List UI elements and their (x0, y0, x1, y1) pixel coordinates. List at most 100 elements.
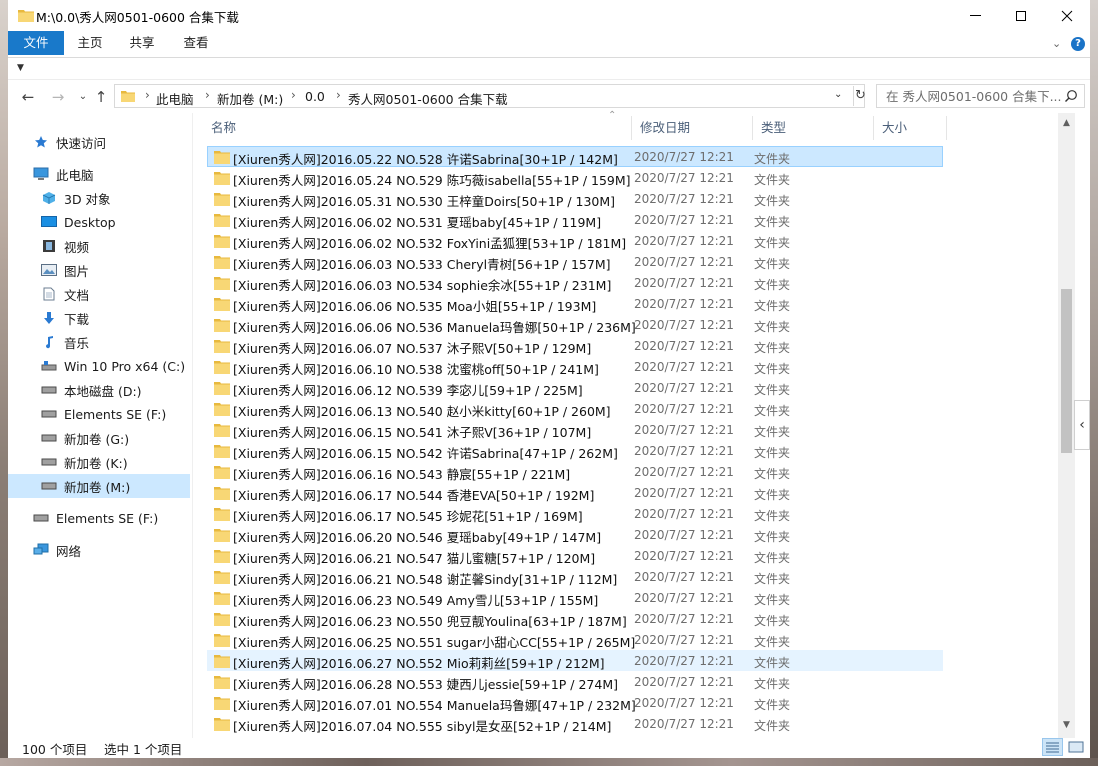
sidebar-item-pictures[interactable]: 图片 (40, 258, 222, 282)
search-icon[interactable] (1064, 89, 1078, 103)
table-row[interactable]: [Xiuren秀人网]2016.06.13 NO.540 赵小米kitty[60… (207, 398, 943, 419)
selected-count: 选中 1 个项目 (104, 742, 183, 757)
file-name: [Xiuren秀人网]2016.06.13 NO.540 赵小米kitty[60… (233, 404, 611, 419)
sidebar-item-downloads[interactable]: 下载 (40, 306, 222, 330)
search-box[interactable] (876, 84, 1085, 108)
sidebar-item-drive-c[interactable]: Win 10 Pro x64 (C:) (40, 354, 222, 378)
table-row[interactable]: [Xiuren秀人网]2016.06.27 NO.552 Mio莉莉丝[59+1… (207, 650, 943, 671)
sidebar-item-drive-f[interactable]: Elements SE (F:) (40, 402, 222, 426)
column-header-name[interactable]: 名称 (203, 116, 624, 140)
sidebar-item-this-pc[interactable]: 此电脑 (32, 162, 214, 186)
sidebar-item-documents[interactable]: 文档 (40, 282, 222, 306)
file-name: [Xiuren秀人网]2016.07.01 NO.554 Manuela玛鲁娜[… (233, 698, 636, 713)
column-header-date[interactable]: 修改日期 (632, 116, 752, 140)
refresh-icon[interactable]: ↻ (853, 86, 866, 106)
sidebar-item-music[interactable]: 音乐 (40, 330, 222, 354)
folder-icon (214, 424, 230, 437)
file-name: [Xiuren秀人网]2016.06.10 NO.538 沈蜜桃off[50+1… (233, 362, 599, 377)
collapse-pane-chevron-icon[interactable]: ‹ (1074, 400, 1090, 450)
sidebar-item-3d-objects[interactable]: 3D 对象 (40, 186, 222, 210)
file-date: 2020/7/27 12:21 (634, 318, 734, 332)
forward-arrow-icon[interactable]: → (49, 88, 67, 106)
table-row[interactable]: [Xiuren秀人网]2016.07.04 NO.555 sibyl是女巫[52… (207, 713, 943, 734)
sidebar-item-elements-se[interactable]: Elements SE (F:) (32, 506, 214, 530)
tab-home[interactable]: 主页 (68, 31, 112, 55)
table-row[interactable]: [Xiuren秀人网]2016.06.16 NO.543 静宸[55+1P / … (207, 461, 943, 482)
up-arrow-icon[interactable]: ↑ (92, 88, 110, 106)
file-type: 文件夹 (754, 593, 791, 607)
breadcrumb-current-folder[interactable]: 秀人网0501-0600 合集下载 (348, 89, 508, 108)
column-header-size[interactable]: 大小 (874, 116, 946, 140)
sidebar-item-quick-access[interactable]: 快速访问 (32, 130, 214, 154)
breadcrumb-this-pc[interactable]: 此电脑 (156, 89, 194, 108)
sidebar-item-drive-g[interactable]: 新加卷 (G:) (40, 426, 222, 450)
table-row[interactable]: [Xiuren秀人网]2016.07.01 NO.554 Manuela玛鲁娜[… (207, 692, 943, 713)
table-row[interactable]: [Xiuren秀人网]2016.05.22 NO.528 许诺Sabrina[3… (207, 146, 943, 167)
breadcrumb-separator-icon[interactable]: › (291, 88, 296, 102)
scroll-up-arrow-icon[interactable]: ▲ (1058, 115, 1075, 132)
breadcrumb-folder-00[interactable]: 0.0 (305, 89, 325, 104)
table-row[interactable]: [Xiuren秀人网]2016.06.02 NO.531 夏瑶baby[45+1… (207, 209, 943, 230)
table-row[interactable]: [Xiuren秀人网]2016.06.17 NO.545 珍妮花[51+1P /… (207, 503, 943, 524)
sidebar-item-videos[interactable]: 视频 (40, 234, 222, 258)
table-row[interactable]: [Xiuren秀人网]2016.06.03 NO.534 sophie余冰[55… (207, 272, 943, 293)
sidebar-item-drive-m[interactable]: 新加卷 (M:) (8, 474, 190, 498)
column-header-type[interactable]: 类型 (753, 116, 873, 140)
table-row[interactable]: [Xiuren秀人网]2016.06.25 NO.551 sugar小甜心CC[… (207, 629, 943, 650)
back-arrow-icon[interactable]: ← (19, 88, 37, 106)
search-input[interactable] (886, 88, 1061, 104)
table-row[interactable]: [Xiuren秀人网]2016.06.23 NO.549 Amy雪儿[53+1P… (207, 587, 943, 608)
table-row[interactable]: [Xiuren秀人网]2016.06.06 NO.536 Manuela玛鲁娜[… (207, 314, 943, 335)
tab-file[interactable]: 文件 (8, 31, 64, 55)
column-separator[interactable] (946, 116, 947, 140)
large-icons-view-button[interactable] (1066, 738, 1086, 756)
breadcrumb-drive[interactable]: 新加卷 (M:) (217, 89, 283, 108)
details-view-button[interactable] (1042, 738, 1063, 756)
minimize-button[interactable] (952, 0, 998, 31)
table-row[interactable]: [Xiuren秀人网]2016.06.17 NO.544 香港EVA[50+1P… (207, 482, 943, 503)
breadcrumb-separator-icon[interactable]: › (336, 88, 341, 102)
table-row[interactable]: [Xiuren秀人网]2016.06.21 NO.548 谢芷馨Sindy[31… (207, 566, 943, 587)
table-row[interactable]: [Xiuren秀人网]2016.06.02 NO.532 FoxYini孟狐狸[… (207, 230, 943, 251)
table-row[interactable]: [Xiuren秀人网]2016.06.20 NO.546 夏瑶baby[49+1… (207, 524, 943, 545)
sidebar-item-network[interactable]: 网络 (32, 538, 214, 562)
table-row[interactable]: [Xiuren秀人网]2016.06.03 NO.533 Cheryl青树[56… (207, 251, 943, 272)
folder-icon (214, 718, 230, 731)
address-bar[interactable]: › 此电脑 › 新加卷 (M:) › 0.0 › 秀人网0501-0600 合集… (114, 84, 866, 108)
desktop-icon (40, 214, 58, 230)
file-name: [Xiuren秀人网]2016.06.20 NO.546 夏瑶baby[49+1… (233, 530, 602, 545)
vertical-scrollbar[interactable]: ▲ ▼ (1058, 113, 1075, 738)
tab-share[interactable]: 共享 (120, 31, 164, 55)
file-type: 文件夹 (754, 215, 791, 229)
sidebar-item-drive-k[interactable]: 新加卷 (K:) (40, 450, 222, 474)
close-button[interactable] (1044, 0, 1090, 31)
table-row[interactable]: [Xiuren秀人网]2016.06.15 NO.541 沐子熙V[36+1P … (207, 419, 943, 440)
table-row[interactable]: [Xiuren秀人网]2016.06.28 NO.553 婕西儿jessie[5… (207, 671, 943, 692)
quick-access-toolbar-dropdown-icon[interactable]: ▼ (17, 63, 24, 73)
file-date: 2020/7/27 12:21 (634, 276, 734, 290)
table-row[interactable]: [Xiuren秀人网]2016.06.23 NO.550 兜豆靓Youlina[… (207, 608, 943, 629)
table-row[interactable]: [Xiuren秀人网]2016.06.10 NO.538 沈蜜桃off[50+1… (207, 356, 943, 377)
table-row[interactable]: [Xiuren秀人网]2016.05.24 NO.529 陈巧薇isabella… (207, 167, 943, 188)
scrollbar-thumb[interactable] (1061, 289, 1072, 453)
table-row[interactable]: [Xiuren秀人网]2016.06.21 NO.547 猫儿蜜糖[57+1P … (207, 545, 943, 566)
table-row[interactable]: [Xiuren秀人网]2016.06.15 NO.542 许诺Sabrina[4… (207, 440, 943, 461)
table-row[interactable]: [Xiuren秀人网]2016.06.06 NO.535 Moa小姐[55+1P… (207, 293, 943, 314)
address-history-dropdown-icon[interactable]: ⌄ (834, 89, 842, 100)
file-date: 2020/7/27 12:21 (634, 150, 734, 164)
table-row[interactable]: [Xiuren秀人网]2016.06.12 NO.539 李宓儿[59+1P /… (207, 377, 943, 398)
drive-icon (40, 454, 58, 470)
maximize-button[interactable] (998, 0, 1044, 31)
breadcrumb-separator-icon[interactable]: › (145, 88, 150, 102)
scroll-down-arrow-icon[interactable]: ▼ (1058, 717, 1075, 734)
table-row[interactable]: [Xiuren秀人网]2016.05.31 NO.530 王梓童Doirs[50… (207, 188, 943, 209)
expand-ribbon-chevron-icon[interactable]: ⌄ (1052, 37, 1061, 50)
table-row[interactable]: [Xiuren秀人网]2016.06.07 NO.537 沐子熙V[50+1P … (207, 335, 943, 356)
breadcrumb-separator-icon[interactable]: › (205, 88, 210, 102)
sidebar-item-drive-d[interactable]: 本地磁盘 (D:) (40, 378, 222, 402)
recent-locations-chevron-icon[interactable]: ⌄ (74, 88, 92, 106)
sidebar-item-desktop[interactable]: Desktop (40, 210, 222, 234)
tab-view[interactable]: 查看 (172, 31, 220, 55)
sidebar-item-label: 快速访问 (56, 135, 107, 151)
help-icon[interactable]: ? (1071, 37, 1085, 51)
